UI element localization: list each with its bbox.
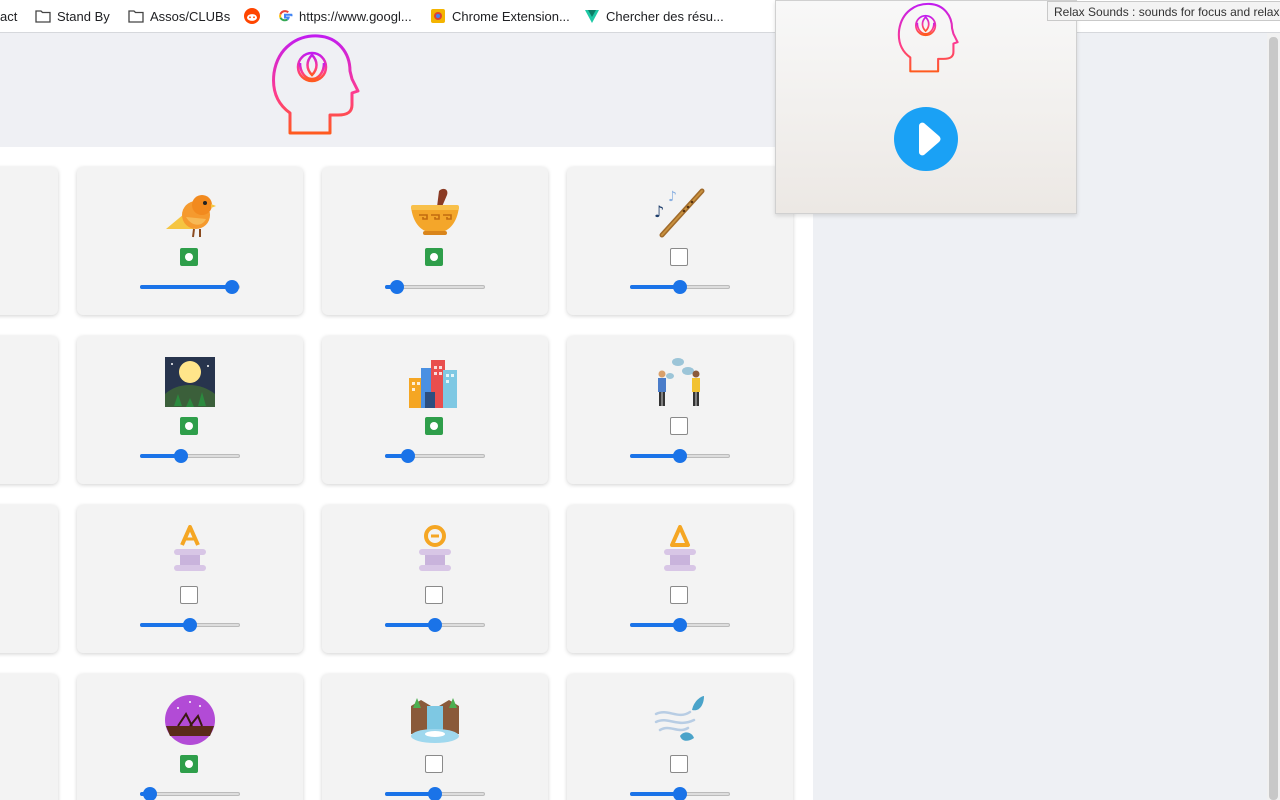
sound-card-theta-wave: [322, 505, 548, 653]
folder-icon: [35, 8, 51, 24]
sound-toggle-checkbox[interactable]: [670, 586, 688, 604]
volume-slider[interactable]: [385, 787, 485, 800]
sound-card-delta-wave: [567, 505, 793, 653]
page-scrollbar[interactable]: [1267, 33, 1280, 800]
bookmark-label: Chrome Extension...: [452, 8, 570, 24]
sound-card-partial: [0, 336, 58, 484]
bookmark-stand-by[interactable]: Stand By: [35, 0, 110, 32]
wind-leaf-icon: [654, 696, 704, 741]
crickets-night-icon: [165, 695, 215, 745]
sound-toggle-checkbox[interactable]: [670, 755, 688, 773]
header-band: [0, 33, 775, 147]
flute-icon: ♪ ♪: [654, 188, 705, 238]
sound-toggle-checkbox[interactable]: [670, 248, 688, 266]
sound-card-waterfall: [322, 674, 548, 800]
volume-slider[interactable]: [140, 787, 240, 800]
mind-logo-icon: [897, 2, 959, 73]
volume-slider[interactable]: [630, 787, 730, 800]
volume-slider[interactable]: [385, 618, 485, 632]
bookmark-label: Stand By: [57, 8, 110, 24]
theta-wave-icon: [419, 525, 451, 571]
alpha-wave-icon: [174, 525, 206, 571]
sound-toggle-checkbox[interactable]: [670, 417, 688, 435]
sound-card-partial: [0, 505, 58, 653]
volume-slider[interactable]: [630, 618, 730, 632]
singing-bowl-icon: [411, 188, 459, 235]
sound-toggle-checkbox[interactable]: [180, 755, 198, 773]
sound-toggle-checkbox[interactable]: [180, 417, 198, 435]
bookmark-act[interactable]: act: [0, 0, 17, 32]
sound-toggle-checkbox[interactable]: [425, 755, 443, 773]
sound-toggle-checkbox[interactable]: [425, 248, 443, 266]
bookmark-reddit[interactable]: [244, 0, 260, 32]
delta-wave-icon: [664, 525, 696, 571]
bookmark-google[interactable]: https://www.googl...: [277, 0, 412, 32]
sound-card-alpha-wave: [77, 505, 303, 653]
play-icon: [919, 122, 941, 156]
mind-logo-icon: [272, 34, 360, 135]
sound-card-wind: [567, 674, 793, 800]
volume-slider[interactable]: [140, 618, 240, 632]
sound-card-partial: [0, 167, 58, 315]
reddit-icon: [244, 8, 260, 24]
city-icon: [409, 360, 457, 408]
volume-slider[interactable]: [630, 280, 730, 294]
folder-icon: [128, 8, 144, 24]
sound-card-singing-bowl: [322, 167, 548, 315]
volume-slider[interactable]: [385, 280, 485, 294]
bookmark-label: act: [0, 8, 18, 24]
sound-card-bird: [77, 167, 303, 315]
volume-slider[interactable]: [385, 449, 485, 463]
sound-card-flute: ♪ ♪: [567, 167, 793, 315]
vuetify-icon: [584, 8, 600, 24]
volume-slider[interactable]: [140, 449, 240, 463]
bookmark-label: Assos/CLUBs: [150, 8, 231, 24]
bird-icon: [166, 195, 216, 238]
sound-toggle-checkbox[interactable]: [180, 586, 198, 604]
svg-text:♪: ♪: [668, 189, 677, 205]
svg-text:♪: ♪: [654, 202, 664, 221]
extension-tooltip: Relax Sounds : sounds for focus and rela…: [1047, 1, 1280, 21]
sound-toggle-checkbox[interactable]: [180, 248, 198, 266]
sound-card-night-forest: [77, 336, 303, 484]
sound-card-people-talking: [567, 336, 793, 484]
play-button[interactable]: [894, 107, 958, 171]
sound-toggle-checkbox[interactable]: [425, 417, 443, 435]
volume-slider[interactable]: [140, 280, 240, 294]
extension-popup: [775, 0, 1077, 214]
sound-card-partial: [0, 674, 58, 800]
bookmark-chercher[interactable]: Chercher des résu...: [584, 0, 724, 32]
extension-icon: [430, 8, 446, 24]
waterfall-icon: [411, 698, 459, 743]
bookmark-chrome-extension[interactable]: Chrome Extension...: [430, 0, 570, 32]
sounds-page: ♪ ♪: [0, 33, 813, 800]
night-forest-icon: [165, 357, 215, 407]
bookmark-label: Chercher des résu...: [606, 8, 724, 24]
sound-card-city: [322, 336, 548, 484]
bookmark-assos-clubs[interactable]: Assos/CLUBs: [128, 0, 230, 32]
sound-card-crickets: [77, 674, 303, 800]
sound-toggle-checkbox[interactable]: [425, 586, 443, 604]
volume-slider[interactable]: [630, 449, 730, 463]
people-talking-icon: [658, 358, 700, 406]
bookmark-label: https://www.googl...: [299, 8, 412, 24]
scrollbar-thumb[interactable]: [1269, 37, 1278, 800]
google-icon: [277, 8, 293, 24]
